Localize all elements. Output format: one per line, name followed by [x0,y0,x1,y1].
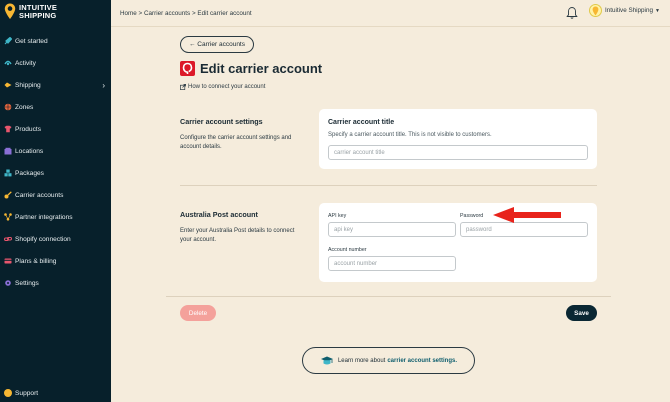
bell-icon[interactable] [566,6,578,20]
sidebar-item-label: Zones [15,103,34,111]
back-to-carrier-accounts-button[interactable]: ← Carrier accounts [180,36,254,53]
password-input[interactable]: password [460,222,588,237]
australia-post-logo-icon [180,61,195,76]
sidebar-item-packages[interactable]: Packages [0,162,111,184]
section-divider [180,185,597,186]
external-link-icon [180,84,186,90]
brand-name: INTUITIVE SHIPPING [19,3,57,20]
carrier-account-title-input[interactable]: carrier account title [328,145,588,160]
breadcrumb-separator: > [138,10,143,17]
network-icon [4,213,12,221]
learn-more-link-text[interactable]: carrier account settings. [387,358,457,364]
footer-divider [166,296,611,297]
how-to-connect-link[interactable]: How to connect your account [180,84,265,90]
chevron-right-icon: › [102,81,105,90]
sidebar-item-label: Settings [15,279,39,287]
learn-more-prefix: Learn more about [337,357,386,364]
brand-line-2: SHIPPING [19,10,57,20]
sidebar-item-label: Plans & billing [15,257,57,265]
sidebar-item-label: Shipping [15,81,41,89]
support-label: Support [15,389,39,397]
sidebar-item-support[interactable]: Support [4,389,38,397]
building-icon [4,147,12,155]
sidebar-nav: Get started Activity Shipping › Zones Pr… [0,30,111,294]
card-icon [4,257,12,265]
sidebar-item-carrier-accounts[interactable]: Carrier accounts [0,184,111,206]
location-pin-icon [4,3,16,20]
gear-icon [4,279,12,287]
sidebar-item-label: Activity [15,59,36,67]
account-number-label: Account number [328,247,367,253]
sidebar-item-label: Carrier accounts [15,191,64,199]
sidebar-item-get-started[interactable]: Get started [0,30,111,52]
settings-section-title: Carrier account settings [180,117,263,126]
annotation-arrow-icon [492,206,562,224]
sidebar-item-products[interactable]: Products [0,118,111,140]
password-label: Password [460,213,484,219]
sidebar-item-settings[interactable]: Settings [0,272,111,294]
sidebar-item-label: Shopify connection [15,235,71,243]
how-to-connect-label: How to connect your account [188,84,266,90]
boxes-icon [4,169,12,177]
ap-section-description: Enter your Australia Post details to con… [180,228,295,243]
settings-section-description: Configure the carrier account settings a… [180,135,292,150]
account-number-input[interactable]: account number [328,256,456,271]
activity-icon [4,59,12,67]
caret-down-icon: ▼ [654,7,660,14]
sidebar-item-zones[interactable]: Zones [0,96,111,118]
breadcrumb-carrier-accounts[interactable]: Carrier accounts [144,10,190,17]
sidebar-item-label: Partner integrations [15,213,73,221]
sidebar-item-shipping[interactable]: Shipping › [0,74,111,96]
sidebar-item-activity[interactable]: Activity [0,52,111,74]
sidebar-item-label: Packages [15,169,44,177]
graduation-cap-icon [320,355,334,367]
api-key-input[interactable]: api key [328,222,456,237]
sidebar-item-plans-billing[interactable]: Plans & billing [0,250,111,272]
breadcrumb-home[interactable]: Home [120,10,137,17]
user-menu[interactable]: Intuitive Shipping ▼ [589,4,660,17]
learn-more-link[interactable]: Learn more about carrier account setting… [302,347,475,374]
page-title: Edit carrier account [200,61,323,76]
delete-button[interactable]: Delete [180,305,216,321]
sidebar-item-locations[interactable]: Locations [0,140,111,162]
shirt-icon [4,125,12,133]
sidebar-item-label: Locations [15,147,44,155]
breadcrumb-current: Edit carrier account [197,10,252,17]
sidebar-item-label: Get started [15,37,48,45]
sidebar-item-partner-integrations[interactable]: Partner integrations [0,206,111,228]
api-key-label: API key [328,213,347,219]
sidebar: INTUITIVE SHIPPING Get started Activity … [0,0,111,402]
sidebar-item-shopify-connection[interactable]: Shopify connection [0,228,111,250]
brand-logo[interactable]: INTUITIVE SHIPPING [4,3,57,20]
save-button[interactable]: Save [566,305,597,321]
title-card-heading: Carrier account title [328,119,395,126]
user-name: Intuitive Shipping [605,7,653,14]
help-circle-icon [4,389,12,397]
avatar [589,4,602,17]
title-card-subtitle: Specify a carrier account title. This is… [328,132,492,138]
breadcrumb: Home > Carrier accounts > Edit carrier a… [120,10,252,17]
globe-icon [4,103,12,111]
link-icon [4,235,12,243]
breadcrumb-separator: > [191,10,196,17]
page-header: Edit carrier account [180,61,322,76]
shipping-icon [4,81,12,89]
rocket-icon [4,37,12,45]
top-bar: Home > Carrier accounts > Edit carrier a… [111,0,670,27]
sidebar-item-label: Products [15,125,42,133]
ap-section-title: Australia Post account [180,210,258,219]
title-card: Carrier account title Specify a carrier … [319,109,597,169]
key-icon [4,191,12,199]
